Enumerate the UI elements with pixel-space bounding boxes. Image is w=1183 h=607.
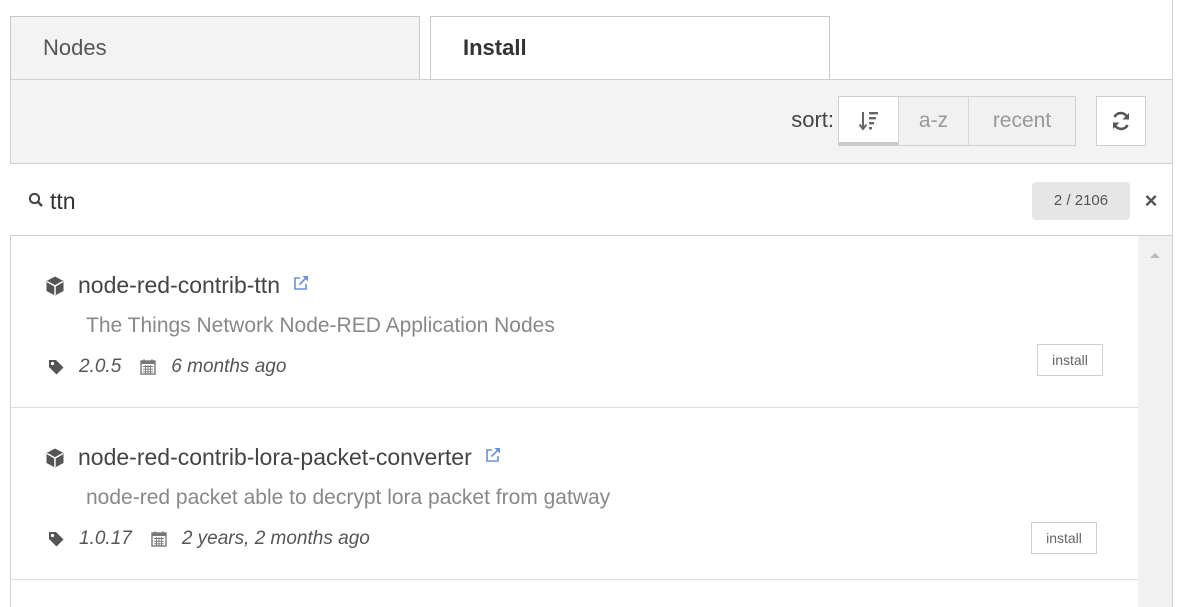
panel-border <box>1172 0 1173 80</box>
external-link-icon[interactable] <box>484 446 502 469</box>
tab-bar: Nodes Install <box>0 0 1183 81</box>
sort-label: sort: <box>791 107 834 132</box>
tag-icon <box>49 532 64 547</box>
package-updated: 6 months ago <box>171 356 287 377</box>
sort-button-group: a-z recent <box>838 96 1076 146</box>
package-meta: 2.0.5 6 months ago <box>47 356 286 378</box>
refresh-icon <box>1113 111 1129 131</box>
tab-install[interactable]: Install <box>430 16 830 81</box>
sort-az-button[interactable]: a-z <box>899 97 969 145</box>
list-item: node-red-contrib-lora-packet-converter n… <box>11 408 1138 580</box>
tag-icon <box>49 360 64 375</box>
package-name: node-red-contrib-ttn <box>78 272 280 298</box>
scroll-up-arrow-icon[interactable] <box>1148 250 1162 260</box>
clear-search-button[interactable]: × <box>1138 184 1164 218</box>
sort-recent-button[interactable]: recent <box>969 97 1075 145</box>
search-bar: 2 / 2106 × <box>10 164 1173 236</box>
package-meta: 1.0.17 2 years, 2 months ago <box>47 528 370 550</box>
list-item: node-red-contrib-ttn The Things Network … <box>11 236 1138 408</box>
tab-nodes[interactable]: Nodes <box>10 16 420 80</box>
package-updated: 2 years, 2 months ago <box>181 528 370 549</box>
refresh-button[interactable] <box>1096 96 1146 146</box>
item-title-row: node-red-contrib-ttn <box>44 272 310 299</box>
sort-toolbar: sort: a-z recent <box>10 80 1173 164</box>
package-name: node-red-contrib-lora-packet-converter <box>78 444 472 470</box>
calendar-icon <box>140 359 156 375</box>
package-description: The Things Network Node-RED Application … <box>86 314 555 337</box>
install-button[interactable]: install <box>1031 522 1097 554</box>
search-icon <box>28 192 43 207</box>
cube-icon <box>46 448 64 467</box>
results-scrollbar[interactable] <box>1138 236 1173 607</box>
sort-relevance-button[interactable] <box>839 97 899 145</box>
search-input[interactable] <box>50 184 950 218</box>
result-count-badge: 2 / 2106 <box>1032 182 1130 220</box>
results-list: node-red-contrib-ttn The Things Network … <box>10 236 1138 607</box>
package-description: node-red packet able to decrypt lora pac… <box>86 486 611 509</box>
cube-icon <box>46 276 64 295</box>
external-link-icon[interactable] <box>292 274 310 297</box>
package-version: 1.0.17 <box>79 528 132 549</box>
package-version: 2.0.5 <box>79 356 122 377</box>
install-button[interactable]: install <box>1037 344 1103 376</box>
sort-relevance-icon <box>858 112 878 132</box>
calendar-icon <box>151 531 167 547</box>
item-title-row: node-red-contrib-lora-packet-converter <box>44 444 502 471</box>
